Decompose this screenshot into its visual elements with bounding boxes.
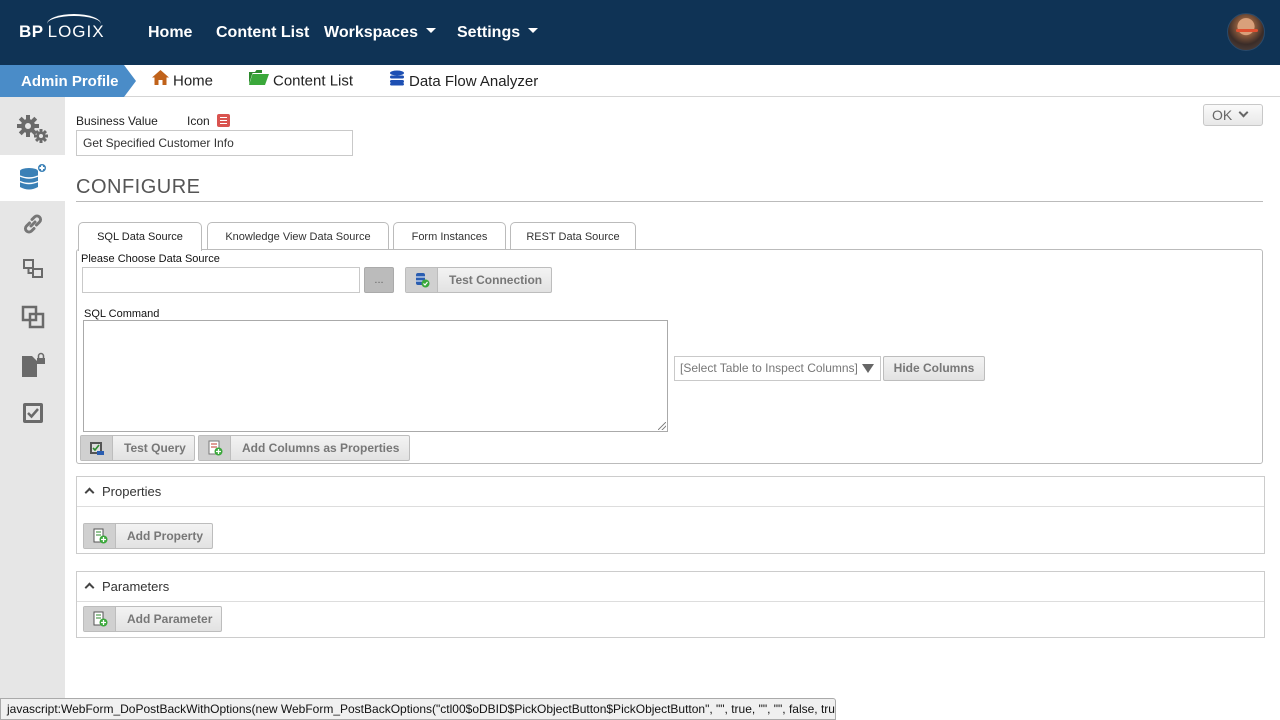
pick-data-source-button[interactable]: ... bbox=[364, 267, 394, 293]
caret-down-icon bbox=[528, 28, 539, 34]
left-sidebar bbox=[0, 97, 65, 720]
sidebar-item-data-source[interactable] bbox=[0, 155, 65, 201]
locked-document-icon bbox=[20, 352, 46, 381]
icon-label: Icon bbox=[187, 114, 210, 128]
sub-navbar: Admin Profile Home Content List Data Flo… bbox=[0, 65, 1280, 97]
select-table-dropdown[interactable]: [Select Table to Inspect Columns] bbox=[674, 356, 881, 381]
database-icon bbox=[389, 70, 405, 90]
sidebar-item-hierarchy[interactable] bbox=[0, 247, 65, 293]
configure-heading: CONFIGURE bbox=[76, 176, 201, 198]
sublink-content-list[interactable]: Content List bbox=[249, 70, 353, 91]
tab-rest-data-source[interactable]: REST Data Source bbox=[510, 222, 636, 250]
sql-query-icon bbox=[81, 436, 113, 460]
chevron-down-icon bbox=[1238, 107, 1249, 118]
sidebar-item-copy[interactable] bbox=[0, 295, 65, 341]
business-value-input[interactable]: Get Specified Customer Info bbox=[76, 130, 353, 156]
browser-status-bar: javascript:WebForm_DoPostBackWithOptions… bbox=[0, 698, 836, 720]
parameters-header[interactable]: Parameters bbox=[77, 572, 1264, 602]
sidebar-item-links[interactable] bbox=[0, 202, 65, 248]
hierarchy-icon bbox=[22, 258, 44, 283]
dropdown-arrow-icon bbox=[862, 364, 874, 373]
link-icon bbox=[22, 213, 44, 238]
choose-data-source-label: Please Choose Data Source bbox=[81, 253, 220, 265]
tab-form-instances[interactable]: Form Instances bbox=[393, 222, 506, 250]
sql-command-textarea[interactable] bbox=[83, 320, 668, 432]
hide-columns-button[interactable]: Hide Columns bbox=[883, 356, 985, 381]
add-document-icon bbox=[84, 607, 116, 631]
tab-knowledge-view-data-source[interactable]: Knowledge View Data Source bbox=[207, 222, 389, 250]
grid-icon[interactable] bbox=[217, 114, 230, 127]
chevron-up-icon bbox=[84, 487, 95, 498]
sql-data-source-panel: Please Choose Data Source ... Test Conne… bbox=[76, 249, 1263, 464]
tab-sql-data-source[interactable]: SQL Data Source bbox=[78, 222, 202, 251]
resize-handle[interactable] bbox=[658, 422, 666, 430]
divider bbox=[76, 201, 1263, 202]
bplogix-logo[interactable]: BP LOGIX bbox=[19, 14, 105, 42]
user-avatar[interactable] bbox=[1227, 13, 1265, 51]
top-navbar: BP LOGIX Home Content List Workspaces Set… bbox=[0, 0, 1280, 65]
test-query-button[interactable]: Test Query bbox=[80, 435, 195, 461]
sublink-data-flow-analyzer[interactable]: Data Flow Analyzer bbox=[389, 70, 538, 92]
sidebar-item-secured-documents[interactable] bbox=[0, 343, 65, 389]
caret-down-icon bbox=[425, 28, 436, 34]
sidebar-item-settings[interactable] bbox=[0, 107, 65, 153]
admin-profile-tab[interactable]: Admin Profile bbox=[0, 65, 136, 97]
nav-content-list[interactable]: Content List bbox=[216, 24, 309, 42]
sidebar-item-tasks[interactable] bbox=[0, 391, 65, 437]
sublink-home[interactable]: Home bbox=[152, 70, 213, 91]
properties-section: Properties Add Property bbox=[76, 476, 1265, 554]
add-document-icon bbox=[84, 524, 116, 548]
properties-header[interactable]: Properties bbox=[77, 477, 1264, 507]
add-property-button[interactable]: Add Property bbox=[83, 523, 213, 549]
add-columns-as-properties-button[interactable]: Add Columns as Properties bbox=[198, 435, 410, 461]
add-parameter-button[interactable]: Add Parameter bbox=[83, 606, 222, 632]
test-connection-button[interactable]: Test Connection bbox=[405, 267, 552, 293]
add-columns-icon bbox=[199, 436, 231, 460]
main-content: Business Value Icon Get Specified Custom… bbox=[65, 97, 1280, 720]
data-source-input[interactable] bbox=[82, 267, 360, 293]
chevron-up-icon bbox=[84, 582, 95, 593]
nav-settings[interactable]: Settings bbox=[457, 24, 539, 42]
business-value-label: Business Value bbox=[76, 114, 158, 128]
checklist-icon bbox=[21, 401, 45, 428]
database-add-icon bbox=[18, 162, 48, 194]
nav-home[interactable]: Home bbox=[148, 24, 192, 42]
folder-open-icon bbox=[249, 70, 269, 89]
parameters-section: Parameters Add Parameter bbox=[76, 571, 1265, 638]
home-icon bbox=[152, 70, 169, 89]
copy-icon bbox=[21, 305, 45, 332]
sql-command-label: SQL Command bbox=[84, 308, 160, 320]
database-check-icon bbox=[406, 268, 438, 292]
gears-icon bbox=[16, 114, 50, 147]
nav-workspaces[interactable]: Workspaces bbox=[324, 24, 436, 42]
ok-button[interactable]: OK bbox=[1203, 104, 1263, 126]
